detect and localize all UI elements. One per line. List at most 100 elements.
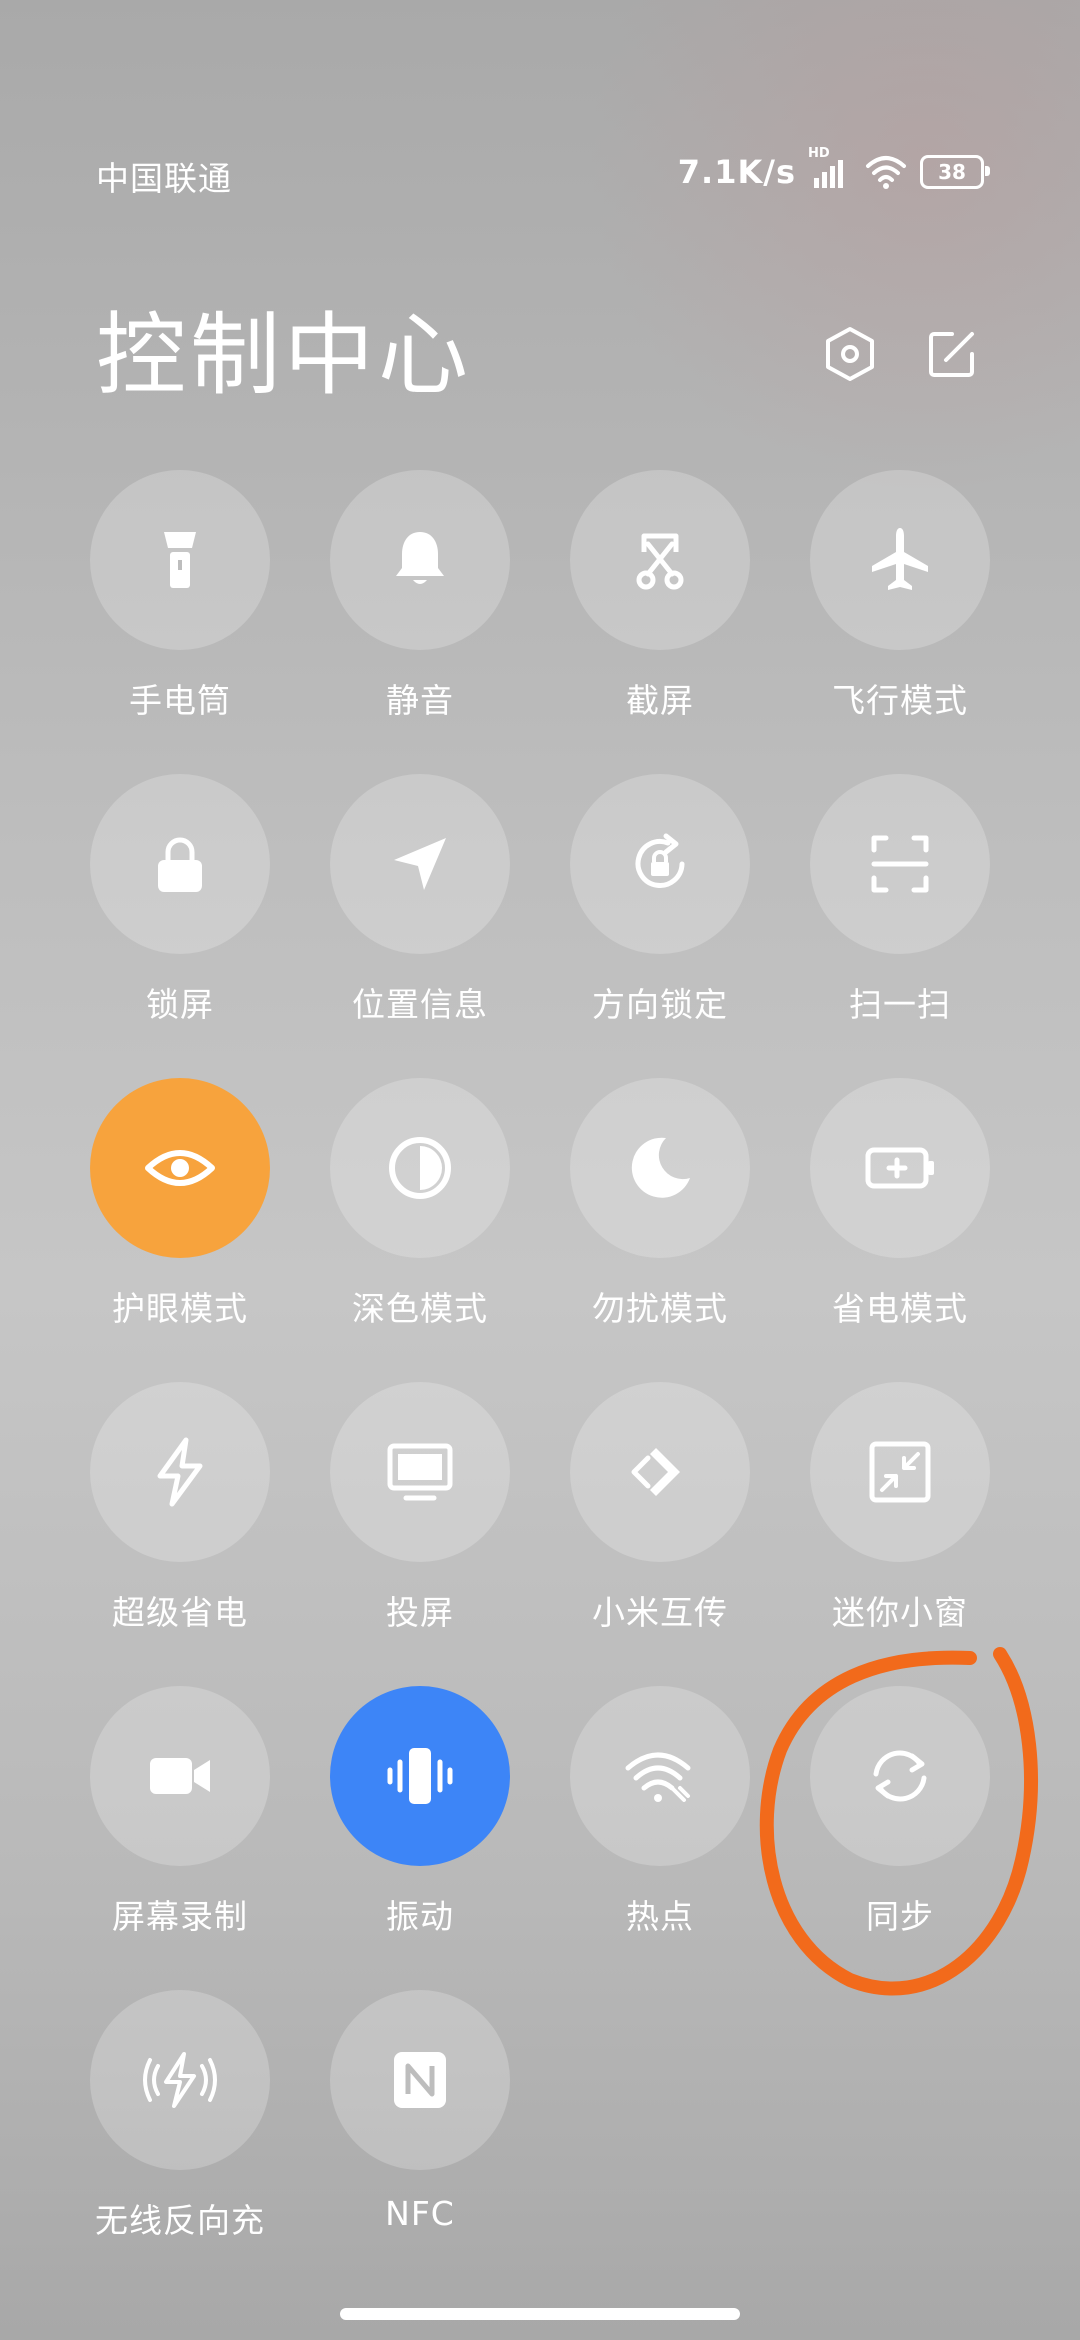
rotation-lock-icon <box>635 833 685 888</box>
mini-window-icon <box>869 1441 931 1503</box>
toggle-circle[interactable] <box>90 470 270 650</box>
tile-label: 振动 <box>386 1897 454 1936</box>
wireless-charge-icon <box>143 2052 217 2108</box>
tile-airplane-mode[interactable]: 飞行模式 <box>780 470 1020 774</box>
scan-icon <box>871 835 929 893</box>
wifi-icon <box>864 152 908 192</box>
tile-label: 勿扰模式 <box>592 1289 728 1328</box>
tile-rotation-lock[interactable]: 方向锁定 <box>540 774 780 1078</box>
tile-label: 超级省电 <box>112 1593 248 1632</box>
tile-label: 省电模式 <box>832 1289 968 1328</box>
toggle-circle[interactable] <box>810 774 990 954</box>
bell-icon <box>396 532 444 584</box>
airplane-icon <box>872 528 928 590</box>
tile-label: 锁屏 <box>146 985 214 1024</box>
toggle-circle[interactable] <box>570 774 750 954</box>
tile-label: 飞行模式 <box>832 681 968 720</box>
toggle-circle[interactable] <box>330 1990 510 2170</box>
tile-vibration[interactable]: 振动 <box>300 1686 540 1990</box>
tile-battery-saver[interactable]: 省电模式 <box>780 1078 1020 1382</box>
tile-scan[interactable]: 扫一扫 <box>780 774 1020 1078</box>
tile-label: 热点 <box>626 1897 694 1936</box>
lock-icon <box>158 837 202 892</box>
carrier-name: 中国联通 <box>96 159 232 198</box>
share-transfer-icon <box>631 1448 680 1496</box>
tile-label: 方向锁定 <box>592 985 728 1024</box>
tile-label: 投屏 <box>386 1593 454 1632</box>
tile-label: 扫一扫 <box>849 985 951 1024</box>
toggle-circle[interactable] <box>570 1078 750 1258</box>
toggle-circle[interactable] <box>330 1686 510 1866</box>
tile-screenshot[interactable]: 截屏 <box>540 470 780 774</box>
flashlight-icon <box>164 532 196 588</box>
tile-label: 静音 <box>386 681 454 720</box>
battery-icon: 38 <box>920 155 990 189</box>
tile-dark-mode[interactable]: 深色模式 <box>300 1078 540 1382</box>
toggle-circle[interactable] <box>330 774 510 954</box>
bolt-icon <box>157 1437 203 1507</box>
toggle-circle[interactable] <box>90 1382 270 1562</box>
tile-label: 深色模式 <box>352 1289 488 1328</box>
signal-icon: HD <box>808 146 852 192</box>
tile-cast-screen[interactable]: 投屏 <box>300 1382 540 1686</box>
tile-label: 迷你小窗 <box>832 1593 968 1632</box>
toggle-circle[interactable] <box>810 1686 990 1866</box>
sync-icon <box>873 1750 927 1802</box>
battery-level: 38 <box>938 160 966 184</box>
tile-screen-record[interactable]: 屏幕录制 <box>60 1686 300 1990</box>
eye-icon <box>145 1150 215 1186</box>
tile-silent[interactable]: 静音 <box>300 470 540 774</box>
tile-lock-screen[interactable]: 锁屏 <box>60 774 300 1078</box>
tile-label: 小米互传 <box>592 1593 728 1632</box>
home-indicator[interactable] <box>340 2308 740 2320</box>
location-arrow-icon <box>394 838 446 890</box>
tile-label: 无线反向充 <box>95 2201 265 2240</box>
tile-label: 位置信息 <box>352 985 488 1024</box>
tile-label: 手电筒 <box>129 681 231 720</box>
status-bar: 中国联通 7.1K/s HD 38 <box>0 0 1080 200</box>
moon-icon <box>631 1137 690 1198</box>
tile-mini-window[interactable]: 迷你小窗 <box>780 1382 1020 1686</box>
tile-nfc[interactable]: NFC <box>300 1990 540 2294</box>
toggle-circle[interactable] <box>570 1686 750 1866</box>
tile-sync[interactable]: 同步 <box>780 1686 1020 1990</box>
tile-label: 护眼模式 <box>112 1289 248 1328</box>
toggle-circle[interactable] <box>90 1686 270 1866</box>
toggle-circle[interactable] <box>90 1078 270 1258</box>
hotspot-icon <box>625 1752 691 1802</box>
status-indicators: 7.1K/s HD 38 <box>677 146 990 194</box>
toggle-circle[interactable] <box>570 470 750 650</box>
page-title: 控制中心 <box>96 303 472 408</box>
tile-label: 屏幕录制 <box>112 1897 248 1936</box>
tile-flashlight[interactable]: 手电筒 <box>60 470 300 774</box>
toggle-circle[interactable] <box>330 470 510 650</box>
tile-hotspot[interactable]: 热点 <box>540 1686 780 1990</box>
dark-mode-icon <box>389 1137 451 1199</box>
screenshot-icon <box>636 533 684 590</box>
toggle-circle[interactable] <box>810 1078 990 1258</box>
toggle-circle[interactable] <box>330 1382 510 1562</box>
tile-label: NFC <box>385 2194 455 2233</box>
cast-screen-icon <box>387 1443 453 1501</box>
tile-reverse-wireless-charge[interactable]: 无线反向充 <box>60 1990 300 2294</box>
quick-toggle-grid: 手电筒 静音 截屏 飞行模式 锁屏 位置信息 方向锁定 扫一扫 护眼模式 深色模… <box>60 470 1020 2294</box>
tile-label: 同步 <box>866 1897 934 1936</box>
toggle-circle[interactable] <box>330 1078 510 1258</box>
tile-mi-share[interactable]: 小米互传 <box>540 1382 780 1686</box>
network-badge: HD <box>808 146 830 161</box>
tile-location[interactable]: 位置信息 <box>300 774 540 1078</box>
edit-icon[interactable] <box>920 322 984 386</box>
tile-do-not-disturb[interactable]: 勿扰模式 <box>540 1078 780 1382</box>
toggle-circle[interactable] <box>810 470 990 650</box>
toggle-circle[interactable] <box>90 1990 270 2170</box>
toggle-circle[interactable] <box>90 774 270 954</box>
nfc-icon <box>394 2052 446 2108</box>
tile-ultra-saver[interactable]: 超级省电 <box>60 1382 300 1686</box>
network-speed: 7.1K/s <box>677 153 796 191</box>
battery-saver-icon <box>865 1147 934 1189</box>
toggle-circle[interactable] <box>570 1382 750 1562</box>
tile-eye-care[interactable]: 护眼模式 <box>60 1078 300 1382</box>
toggle-circle[interactable] <box>810 1382 990 1562</box>
settings-hexagon-icon[interactable] <box>818 322 882 386</box>
tile-label: 截屏 <box>626 681 694 720</box>
